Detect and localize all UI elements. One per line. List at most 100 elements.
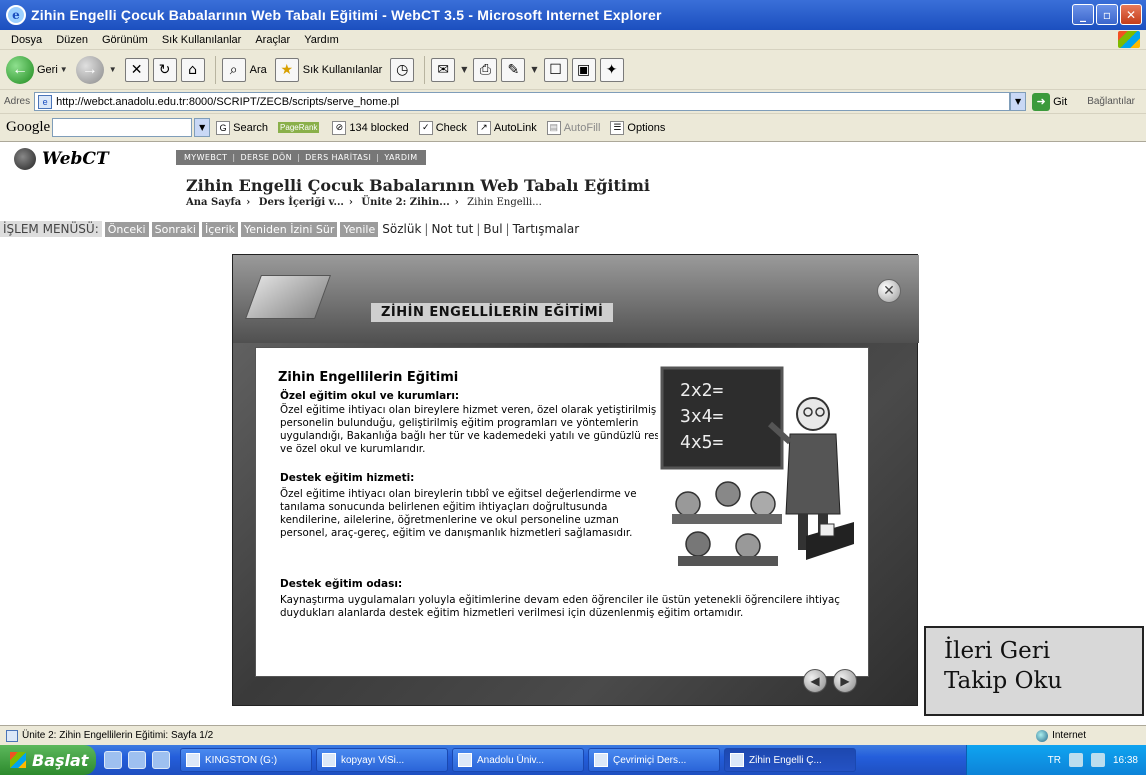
page-icon: e — [38, 94, 53, 109]
favorites-button[interactable]: ★ Sık Kullanılanlar — [274, 57, 382, 82]
taskbar-item-label: KINGSTON (G:) — [205, 754, 278, 766]
google-search-button[interactable]: G Search — [216, 120, 269, 135]
google-dropdown-button[interactable]: ▼ — [194, 118, 211, 137]
research-icon[interactable]: ▣ — [571, 57, 596, 82]
student — [750, 491, 776, 517]
board-line-3: 4x5= — [680, 432, 724, 453]
pagerank-indicator[interactable]: PageRank — [278, 122, 322, 133]
google-toolbar: Google ▼ G Search PageRank ⊘ 134 blocked… — [0, 114, 1146, 142]
popup-blocker-button[interactable]: ⊘ 134 blocked — [332, 120, 409, 135]
minimize-button[interactable]: _ — [1072, 4, 1094, 25]
address-input[interactable]: e http://webct.anadolu.edu.tr:8000/SCRIP… — [34, 92, 1011, 111]
google-search-label: Search — [233, 121, 269, 134]
menu-view[interactable]: Görünüm — [95, 34, 155, 46]
start-button[interactable]: Başlat — [0, 745, 96, 775]
autolink-button[interactable]: ↗ AutoLink — [476, 120, 537, 135]
go-label: Git — [1053, 95, 1068, 108]
google-logo[interactable]: Google — [6, 119, 50, 136]
menu-help[interactable]: Yardım — [297, 34, 346, 46]
taskbar-item-label: kopyayı ViSi... — [341, 754, 405, 766]
menu-favorites[interactable]: Sık Kullanılanlar — [155, 34, 249, 46]
forward-arrow-icon: → — [75, 55, 104, 84]
taskbar-item[interactable]: kopyayı ViSi... — [316, 748, 448, 772]
webct-logo: WebCT — [14, 148, 109, 170]
find-link[interactable]: Bul — [483, 222, 502, 236]
breadcrumb-home[interactable]: Ana Sayfa — [186, 197, 241, 208]
taskbar-item[interactable]: KINGSTON (G:) — [180, 748, 312, 772]
teacher-classroom-illustration: 2x2= 3x4= 4x5= — [658, 364, 856, 574]
address-url: http://webct.anadolu.edu.tr:8000/SCRIPT/… — [56, 95, 400, 108]
spell-check-button[interactable]: ✓ Check — [418, 120, 467, 135]
refresh-icon[interactable]: ↻ — [152, 57, 177, 82]
options-icon: ☰ — [610, 120, 625, 135]
annotation-line-2: Takip Oku — [944, 668, 1063, 694]
take-notes-link[interactable]: Not tut — [431, 222, 473, 236]
stop-icon[interactable]: ✕ — [124, 57, 149, 82]
back-label: Geri — [37, 63, 58, 76]
glossary-link[interactable]: Sözlük — [382, 222, 421, 236]
forward-button[interactable]: → ▼ — [75, 55, 117, 84]
links-button[interactable]: Bağlantılar — [1087, 96, 1135, 107]
discussions-link[interactable]: Tartışmalar — [513, 222, 580, 236]
window-titlebar[interactable]: e Zihin Engelli Çocuk Babalarının Web Ta… — [0, 0, 1146, 30]
breadcrumb: Ana Sayfa › Ders İçeriği v... › Ünite 2: Z… — [186, 197, 542, 208]
taskbar-item[interactable]: Anadolu Üniv... — [452, 748, 584, 772]
spellcheck-icon: ✓ — [418, 120, 433, 135]
options-button[interactable]: ☰ Options — [610, 120, 665, 135]
mail-icon[interactable]: ✉ — [431, 57, 456, 82]
tray-volume-icon[interactable] — [1090, 753, 1105, 767]
google-search-input[interactable] — [52, 118, 193, 137]
webct-globe-icon — [14, 148, 36, 170]
print-icon[interactable]: ⎙ — [473, 57, 498, 82]
window-title: Zihin Engelli Çocuk Babalarının Web Taba… — [31, 7, 662, 23]
back-button[interactable]: ← Geri ▼ — [6, 55, 68, 84]
history-icon[interactable]: ◷ — [390, 57, 415, 82]
lesson-next-button[interactable]: ▶ — [833, 669, 857, 693]
address-dropdown-button[interactable]: ▼ — [1010, 92, 1027, 111]
breadcrumb-course-content[interactable]: Ders İçeriği v... — [259, 197, 344, 208]
taskbar-item-label: Zihin Engelli Ç... — [749, 754, 822, 766]
tray-network-icon[interactable] — [1068, 753, 1083, 767]
lesson-close-button[interactable]: ✕ — [877, 279, 901, 303]
start-label: Başlat — [32, 750, 89, 770]
close-button[interactable]: ✕ — [1120, 4, 1142, 25]
maximize-button[interactable]: ▫ — [1096, 4, 1118, 25]
quick-launch-ie-icon[interactable] — [128, 751, 146, 769]
taskbar-item[interactable]: Çevrimiçi Ders... — [588, 748, 720, 772]
retrace-button[interactable]: Yeniden İzini Sür — [241, 221, 338, 237]
quick-launch-media-icon[interactable] — [152, 751, 170, 769]
student — [715, 481, 741, 507]
language-indicator[interactable]: TR — [1048, 755, 1061, 766]
edit-icon[interactable]: ✎ — [501, 57, 526, 82]
nav-back-to-course[interactable]: DERSE DÖN — [240, 153, 292, 162]
taskbar-item-active[interactable]: Zihin Engelli Ç... — [724, 748, 856, 772]
menu-tools[interactable]: Araçlar — [248, 34, 297, 46]
messenger-icon[interactable]: ✦ — [599, 57, 624, 82]
windows-logo-icon — [1118, 31, 1140, 48]
search-button[interactable]: ⌕ Ara — [221, 57, 267, 82]
home-icon[interactable]: ⌂ — [180, 57, 205, 82]
student — [675, 491, 701, 517]
teacher-body — [785, 433, 841, 515]
breadcrumb-unit[interactable]: Ünite 2: Zihin... — [361, 197, 449, 208]
nav-mywebct[interactable]: MYWEBCT — [184, 153, 227, 162]
reload-button[interactable]: Yenile — [340, 221, 379, 237]
chevron-down-icon[interactable]: ▼ — [461, 65, 467, 74]
autofill-button[interactable]: ▤ AutoFill — [546, 120, 600, 135]
autolink-icon: ↗ — [476, 120, 491, 135]
go-button[interactable]: ➜ Git — [1032, 92, 1068, 111]
contents-button[interactable]: İçerik — [201, 221, 238, 237]
next-button[interactable]: Sonraki — [151, 221, 199, 237]
folder-icon — [186, 753, 200, 767]
nav-help[interactable]: YARDIM — [384, 153, 417, 162]
standard-toolbar: ← Geri ▼ → ▼ ✕ ↻ ⌂ ⌕ Ara ★ Sık Kullanılanl… — [0, 50, 1146, 90]
menu-file[interactable]: Dosya — [4, 34, 49, 46]
discuss-icon[interactable]: ☐ — [543, 57, 568, 82]
clock[interactable]: 16:38 — [1113, 755, 1138, 766]
nav-course-map[interactable]: DERS HARİTASI — [305, 153, 371, 162]
lesson-prev-button[interactable]: ◀ — [803, 669, 827, 693]
previous-button[interactable]: Önceki — [104, 221, 149, 237]
quick-launch-desktop-icon[interactable] — [104, 751, 122, 769]
chevron-down-icon[interactable]: ▼ — [531, 65, 537, 74]
menu-edit[interactable]: Düzen — [49, 34, 95, 46]
